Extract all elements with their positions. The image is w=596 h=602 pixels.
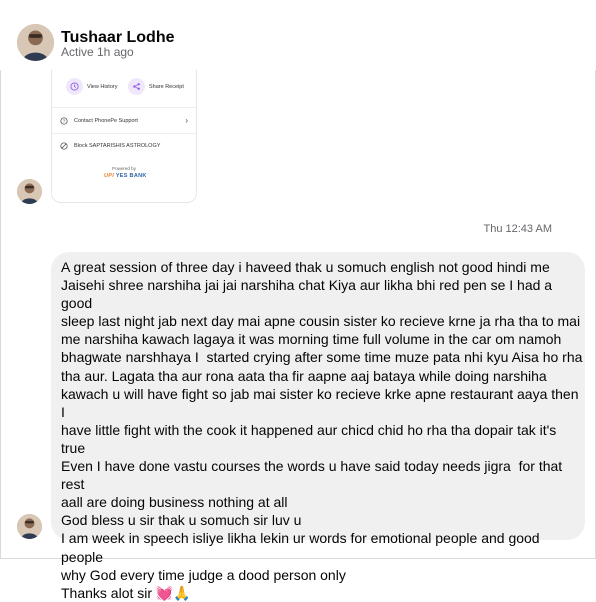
view-history-label: View History <box>87 83 118 90</box>
receipt-divider <box>52 107 196 108</box>
contact-active-status: Active 1h ago <box>61 45 134 59</box>
chat-header: Tushaar Lodhe Active 1h ago <box>0 0 596 70</box>
powered-by-label: Powered by <box>112 166 136 171</box>
chevron-right-icon: › <box>185 116 188 125</box>
upi-yesbank-logo: UPI YES BANK <box>104 173 147 179</box>
block-icon <box>60 142 68 150</box>
receipt-divider <box>52 133 196 134</box>
block-merchant-row: Block SAPTARISHIS ASTROLOGY <box>60 142 188 150</box>
message-text: A great session of three day i haveed th… <box>61 259 583 601</box>
svg-text:?: ? <box>63 118 66 124</box>
contact-support-row: ? Contact PhonePe Support › <box>60 116 188 125</box>
sender-avatar[interactable] <box>17 514 42 539</box>
message-timestamp: Thu 12:43 AM <box>483 223 553 235</box>
help-icon: ? <box>60 116 68 124</box>
shared-receipt-image[interactable]: View History Share Receipt ? Contact Pho… <box>51 70 197 203</box>
view-history-button: View History <box>66 78 117 95</box>
share-icon <box>128 78 145 95</box>
contact-avatar[interactable] <box>17 24 54 61</box>
contact-support-label: Contact PhonePe Support <box>74 117 138 124</box>
share-receipt-button: Share Receipt <box>128 78 184 95</box>
clock-icon <box>66 78 83 95</box>
message-bubble[interactable]: A great session of three day i haveed th… <box>51 252 585 601</box>
share-receipt-label: Share Receipt <box>149 83 184 90</box>
sender-avatar[interactable] <box>17 179 42 204</box>
block-merchant-label: Block SAPTARISHIS ASTROLOGY <box>74 143 161 149</box>
